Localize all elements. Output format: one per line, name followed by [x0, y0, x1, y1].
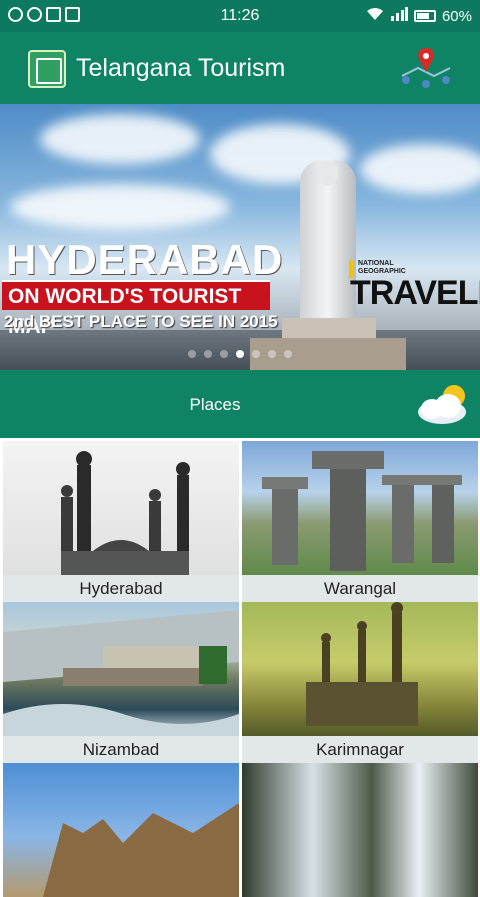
statue-pedestal-top	[282, 318, 376, 340]
carousel-indicator	[0, 350, 480, 358]
system-icons: 60%	[366, 7, 472, 25]
app-bar: Telangana Tourism	[0, 32, 480, 104]
carousel-dot[interactable]	[204, 350, 212, 358]
place-card-hyderabad[interactable]: Hyderabad	[3, 441, 239, 603]
sky-cloud	[360, 144, 480, 194]
place-name: Karimnagar	[242, 736, 478, 764]
battery-icon	[413, 10, 436, 22]
carousel-dot[interactable]	[236, 350, 244, 358]
telangana-emblem-icon	[28, 50, 66, 88]
place-image	[3, 602, 239, 736]
sky-cloud	[40, 114, 200, 164]
place-image	[3, 441, 239, 575]
buddha-statue-head	[318, 160, 338, 186]
place-card-karimnagar[interactable]: Karimnagar	[242, 602, 478, 764]
banner-tagline: 2nd BEST PLACE TO SEE IN 2015	[4, 312, 278, 331]
place-card-partial[interactable]	[3, 763, 239, 897]
carousel-dot[interactable]	[284, 350, 292, 358]
places-bar: Places	[0, 370, 480, 438]
signal-icon	[390, 7, 408, 25]
brand-large: TRAVELER	[350, 274, 480, 312]
place-name: Nizambad	[3, 736, 239, 764]
place-card-nizambad[interactable]: Nizambad	[3, 602, 239, 764]
wifi-icon	[366, 7, 384, 25]
place-image	[242, 602, 478, 736]
map-locations-icon[interactable]	[398, 44, 454, 92]
carousel-dot[interactable]	[252, 350, 260, 358]
place-card-waterfall[interactable]	[242, 763, 478, 897]
place-card-warangal[interactable]: Warangal	[242, 441, 478, 603]
carousel-dot[interactable]	[188, 350, 196, 358]
place-image	[3, 763, 239, 897]
place-image	[242, 763, 478, 897]
status-bar: 11:26 60%	[0, 0, 480, 32]
place-name: Hyderabad	[3, 575, 239, 603]
place-name: Warangal	[242, 575, 478, 603]
carousel-dot[interactable]	[220, 350, 228, 358]
carousel-dot[interactable]	[268, 350, 276, 358]
featured-banner[interactable]: HYDERABAD ON WORLD'S TOURIST MAP 2nd BES…	[0, 104, 480, 370]
sky-cloud	[10, 184, 230, 230]
battery-percent: 60%	[441, 7, 472, 25]
cloud-sun-icon[interactable]	[416, 382, 472, 426]
places-heading: Places	[189, 395, 241, 414]
banner-subheadline: ON WORLD'S TOURIST MAP	[2, 280, 270, 338]
app-title: Telangana Tourism	[76, 54, 286, 82]
banner-headline: HYDERABAD	[6, 236, 284, 283]
place-image	[242, 441, 478, 575]
